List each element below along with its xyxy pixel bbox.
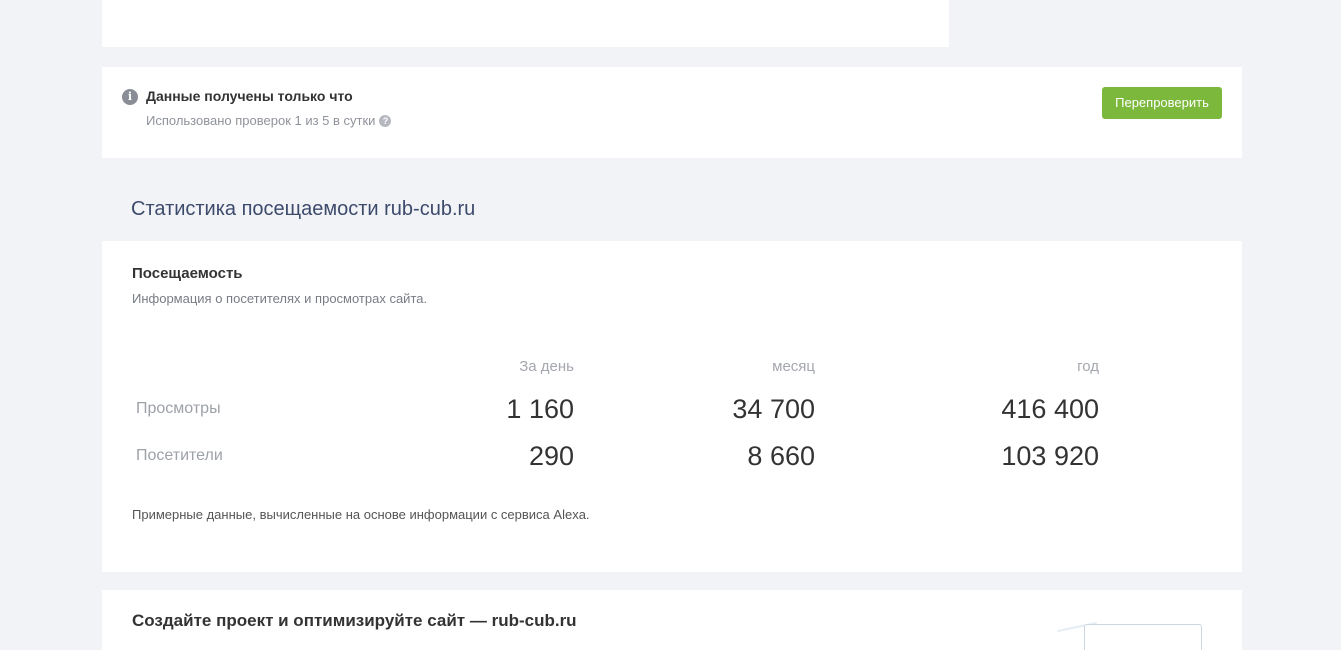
column-header-day: За день — [519, 358, 574, 375]
checks-used-text: Использовано проверок 1 из 5 в сутки? — [146, 113, 392, 128]
traffic-title: Посещаемость — [132, 265, 243, 282]
help-icon[interactable]: ? — [379, 114, 392, 127]
visitors-month-value: 8 660 — [747, 441, 815, 471]
views-day-value: 1 160 — [506, 394, 574, 424]
row-label-views: Просмотры — [136, 400, 221, 417]
project-title: Создайте проект и оптимизируйте сайт — r… — [132, 611, 577, 630]
recheck-button[interactable]: Перепроверить — [1102, 87, 1222, 119]
project-input-box[interactable] — [1084, 624, 1202, 650]
info-icon: i — [122, 89, 138, 105]
data-source-note: Примерные данные, вычисленные на основе … — [132, 507, 590, 522]
traffic-card: Посещаемость Информация о посетителях и … — [102, 241, 1242, 572]
visitors-year-value: 103 920 — [1001, 441, 1099, 471]
visitors-day-value: 290 — [528, 441, 574, 471]
views-month-value: 34 700 — [732, 394, 815, 424]
top-card — [102, 0, 949, 47]
checks-used-label: Использовано проверок 1 из 5 в сутки — [146, 113, 376, 128]
status-title: Данные получены только что — [146, 88, 353, 104]
views-year-value: 416 400 — [1001, 394, 1099, 424]
column-header-year: год — [1077, 358, 1099, 375]
section-title: Статистика посещаемости rub-cub.ru — [131, 198, 476, 220]
project-card: Создайте проект и оптимизируйте сайт — r… — [102, 590, 1242, 650]
column-header-month: месяц — [772, 358, 815, 375]
traffic-description: Информация о посетителях и просмотрах са… — [132, 291, 428, 306]
row-label-visitors: Посетители — [136, 447, 223, 464]
status-card: i Данные получены только что Использован… — [102, 67, 1242, 158]
